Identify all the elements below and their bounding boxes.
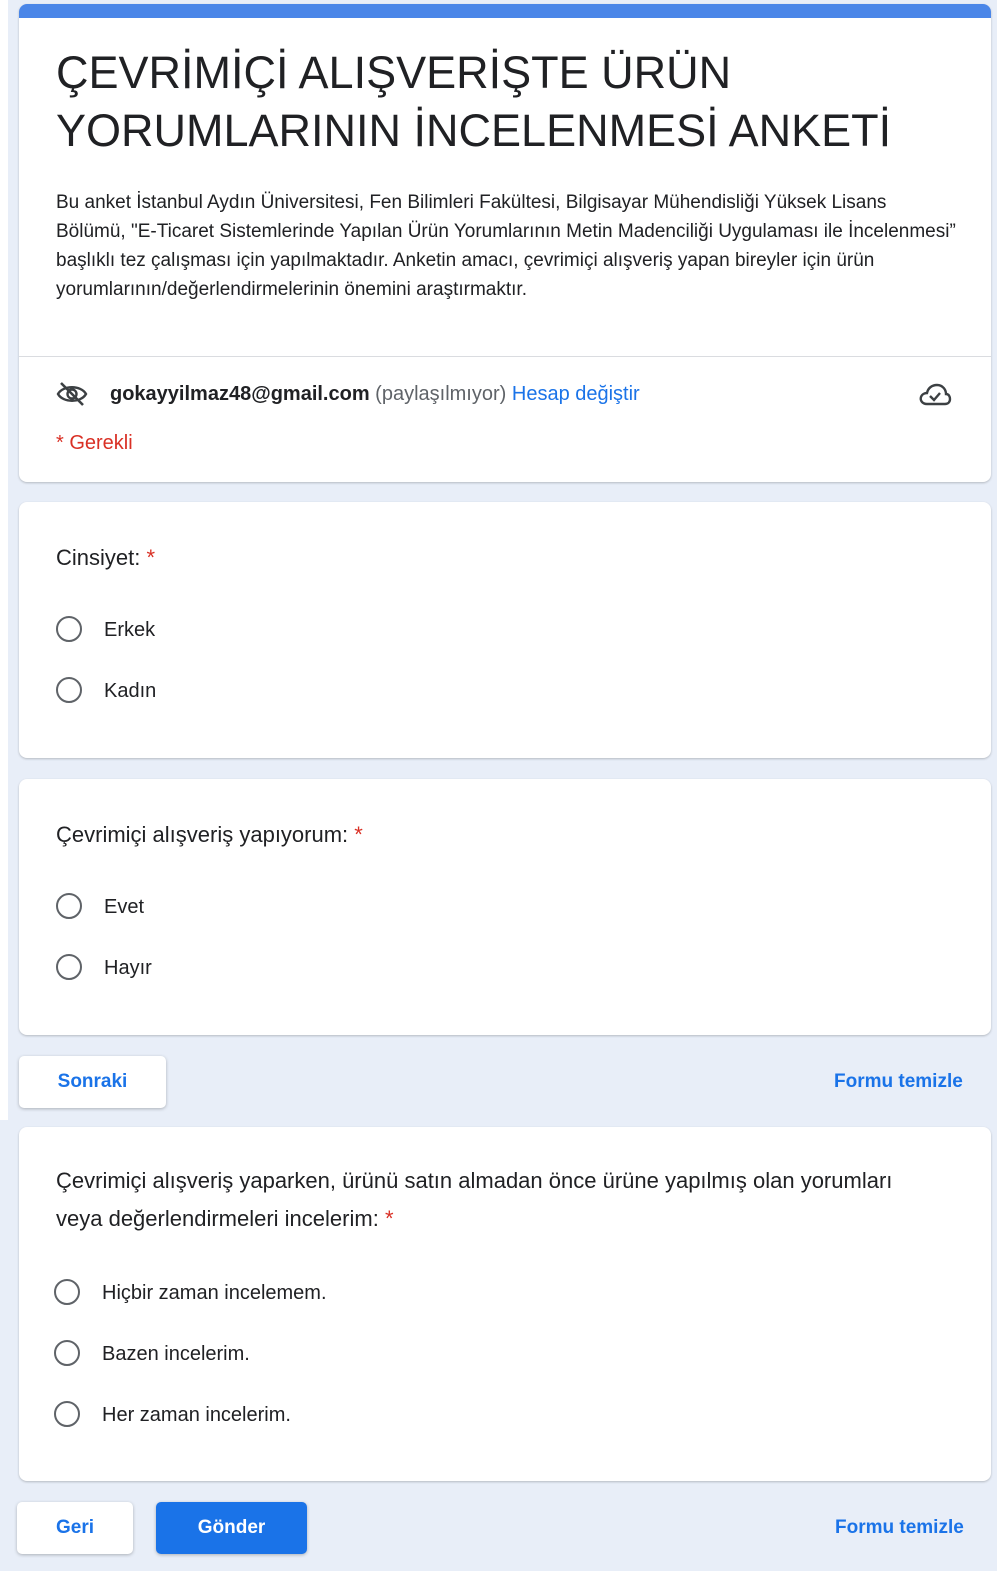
back-button[interactable]: Geri [17, 1502, 133, 1554]
account-email: gokayyilmaz48@gmail.com [110, 383, 370, 405]
question-text: Cinsiyet: [56, 545, 141, 570]
option-hayir[interactable]: Hayır [56, 954, 656, 986]
option-label: Bazen incelerim. [102, 1343, 250, 1365]
header-accent-bar [19, 4, 991, 18]
required-mark: * [384, 1206, 394, 1231]
radio-button[interactable] [54, 1401, 80, 1427]
option-label: Evet [104, 896, 145, 918]
required-mark: * [354, 822, 363, 847]
switch-account-link[interactable]: Hesap değiştir [512, 383, 640, 405]
option-evet[interactable]: Evet [56, 893, 656, 925]
option-always[interactable]: Her zaman incelerim. [54, 1401, 654, 1433]
option-never[interactable]: Hiçbir zaman incelemem. [54, 1279, 654, 1311]
option-label: Hayır [104, 957, 152, 979]
radio-button[interactable] [56, 954, 82, 980]
question-text: Çevrimiçi alışveriş yaparken, ürünü satı… [56, 1168, 893, 1231]
form-description: Bu anket İstanbul Aydın Üniversitesi, Fe… [56, 192, 956, 300]
radio-button[interactable] [56, 677, 82, 703]
question-title: Çevrimiçi alışveriş yapıyorum: * [56, 816, 956, 854]
header-divider [19, 356, 991, 357]
question-title: Çevrimiçi alışveriş yaparken, ürünü satı… [56, 1162, 936, 1238]
question-text: Çevrimiçi alışveriş yapıyorum: [56, 822, 349, 847]
option-label: Hiçbir zaman incelemem. [102, 1282, 327, 1304]
option-erkek[interactable]: Erkek [56, 616, 656, 648]
required-mark: * [146, 545, 156, 570]
clear-form-link-bottom[interactable]: Formu temizle [835, 1517, 964, 1539]
radio-button[interactable] [56, 893, 82, 919]
question-card-gender: Cinsiyet: * Erkek Kadın [19, 502, 991, 758]
radio-button[interactable] [56, 616, 82, 642]
left-edge-strip [0, 0, 8, 1120]
required-note: * Gerekli [56, 432, 133, 454]
account-shared-status: (paylaşılmıyor) [375, 383, 507, 405]
form-header-card: ÇEVRİMİÇİ ALIŞVERİŞTE ÜRÜN YORUMLARININ … [19, 4, 991, 482]
option-label: Her zaman incelerim. [102, 1404, 291, 1426]
option-kadin[interactable]: Kadın [56, 677, 656, 709]
submit-button[interactable]: Gönder [156, 1502, 307, 1554]
option-sometimes[interactable]: Bazen incelerim. [54, 1340, 654, 1372]
question-title: Cinsiyet: * [56, 539, 956, 577]
cloud-done-icon [918, 382, 952, 408]
next-button[interactable]: Sonraki [19, 1056, 166, 1108]
form-title: ÇEVRİMİÇİ ALIŞVERİŞTE ÜRÜN YORUMLARININ … [56, 47, 892, 156]
question-card-shopping: Çevrimiçi alışveriş yapıyorum: * Evet Ha… [19, 779, 991, 1035]
radio-button[interactable] [54, 1340, 80, 1366]
question-card-review-check: Çevrimiçi alışveriş yaparken, ürünü satı… [19, 1127, 991, 1481]
eye-off-icon [56, 381, 88, 407]
option-label: Kadın [104, 680, 157, 702]
clear-form-link[interactable]: Formu temizle [834, 1071, 963, 1093]
radio-button[interactable] [54, 1279, 80, 1305]
account-row: gokayyilmaz48@gmail.com (paylaşılmıyor) … [56, 379, 956, 409]
option-label: Erkek [104, 619, 156, 641]
